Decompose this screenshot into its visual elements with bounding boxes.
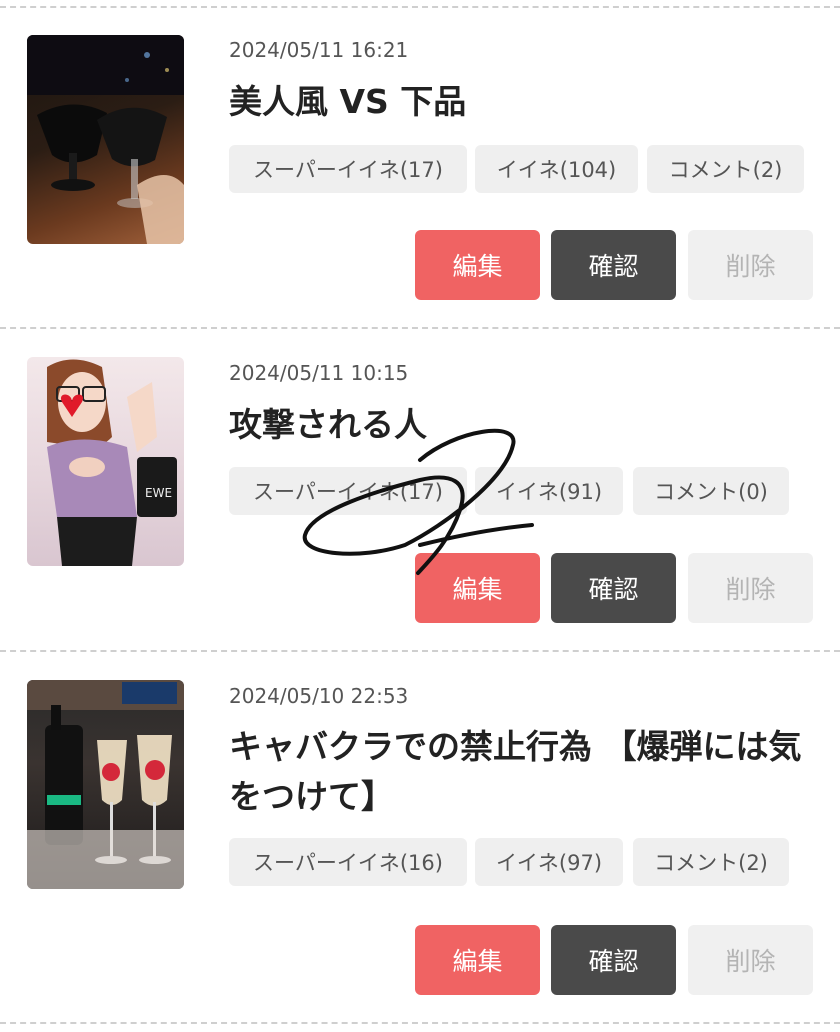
edit-button[interactable]: 編集	[415, 553, 540, 623]
divider	[0, 1022, 840, 1024]
edit-button[interactable]: 編集	[415, 925, 540, 995]
like-count: イイネ(104)	[475, 145, 638, 193]
super-like-count: スーパーイイネ(16)	[229, 838, 467, 886]
post-date: 2024/05/11 10:15	[229, 361, 409, 385]
like-count: イイネ(91)	[475, 467, 623, 515]
divider	[0, 650, 840, 652]
comment-count: コメント(0)	[633, 467, 789, 515]
edit-button[interactable]: 編集	[415, 230, 540, 300]
delete-button[interactable]: 削除	[688, 230, 813, 300]
comment-count: コメント(2)	[647, 145, 804, 193]
svg-text:EWE: EWE	[145, 486, 172, 500]
delete-button[interactable]: 削除	[688, 925, 813, 995]
post-title[interactable]: 美人風 VS 下品	[229, 77, 824, 127]
confirm-button[interactable]: 確認	[551, 553, 676, 623]
comment-count: コメント(2)	[633, 838, 789, 886]
divider	[0, 6, 840, 8]
super-like-count: スーパーイイネ(17)	[229, 145, 467, 193]
super-like-count: スーパーイイネ(17)	[229, 467, 467, 515]
post-date: 2024/05/11 16:21	[229, 38, 409, 62]
confirm-button[interactable]: 確認	[551, 925, 676, 995]
post-thumbnail[interactable]	[27, 680, 184, 889]
delete-button[interactable]: 削除	[688, 553, 813, 623]
post-thumbnail[interactable]: EWE	[27, 357, 184, 566]
post-thumbnail[interactable]	[27, 35, 184, 244]
like-count: イイネ(97)	[475, 838, 623, 886]
post-date: 2024/05/10 22:53	[229, 684, 409, 708]
post-title[interactable]: 攻撃される人	[229, 400, 824, 450]
post-title[interactable]: キャバクラでの禁止行為 【爆弾には気をつけて】	[229, 722, 824, 822]
confirm-button[interactable]: 確認	[551, 230, 676, 300]
divider	[0, 327, 840, 329]
